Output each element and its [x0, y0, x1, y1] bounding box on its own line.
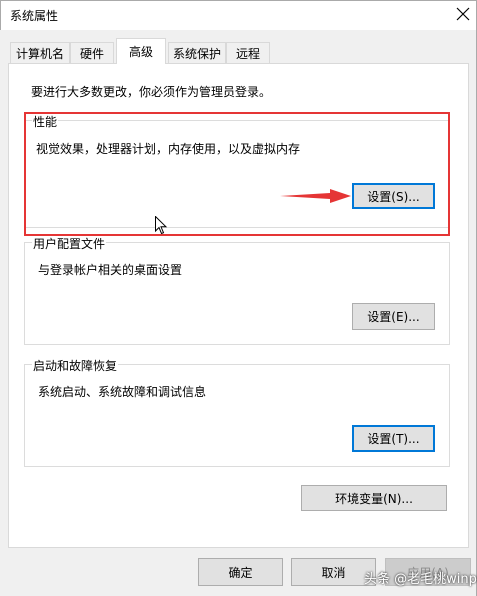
startup-recovery-legend: 启动和故障恢复 — [32, 357, 119, 374]
close-button[interactable] — [451, 2, 475, 26]
tab-remote[interactable]: 远程 — [226, 42, 270, 63]
admin-notice: 要进行大多数更改，你必须作为管理员登录。 — [31, 85, 272, 99]
user-profiles-legend: 用户配置文件 — [32, 235, 107, 252]
tab-advanced[interactable]: 高级 — [116, 38, 166, 64]
user-profiles-description: 与登录帐户相关的桌面设置 — [38, 263, 183, 277]
performance-legend: 性能 — [32, 113, 59, 130]
performance-description: 视觉效果，处理器计划，内存使用，以及虚拟内存 — [36, 142, 301, 156]
startup-recovery-settings-button[interactable]: 设置(T)... — [352, 425, 435, 452]
annotation-arrow-icon — [280, 189, 351, 203]
window-title: 系统属性 — [10, 9, 59, 23]
close-icon — [456, 7, 470, 21]
watermark: 头条 @老毛桃winpe — [364, 572, 477, 587]
tab-system-protection[interactable]: 系统保护 — [168, 42, 226, 63]
ok-button[interactable]: 确定 — [198, 558, 283, 586]
performance-group — [24, 120, 450, 228]
performance-settings-button[interactable]: 设置(S)... — [352, 183, 435, 209]
tab-hardware[interactable]: 硬件 — [70, 42, 114, 63]
mouse-pointer-icon — [155, 216, 167, 235]
tab-computer-name[interactable]: 计算机名 — [10, 42, 70, 63]
user-profiles-settings-button[interactable]: 设置(E)... — [352, 303, 435, 330]
startup-recovery-description: 系统启动、系统故障和调试信息 — [38, 385, 207, 399]
environment-variables-button[interactable]: 环境变量(N)... — [301, 485, 447, 511]
